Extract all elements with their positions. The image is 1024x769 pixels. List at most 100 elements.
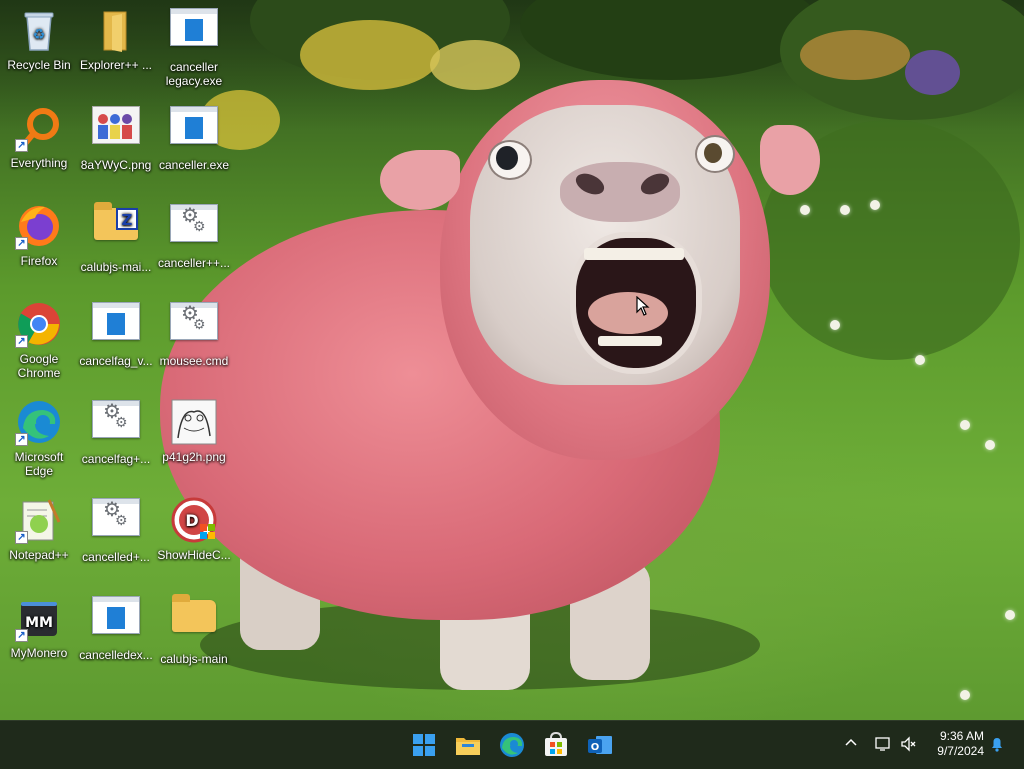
settings-file-icon: ⚙ ⚙ — [92, 498, 140, 546]
desktop-icon-label: Everything — [10, 156, 68, 170]
shortcut-arrow-icon: ↗ — [15, 335, 28, 348]
settings-file-icon: ⚙ ⚙ — [170, 302, 218, 350]
desktop-icon-label: ShowHideC... — [157, 548, 231, 562]
image-file-icon — [92, 106, 140, 154]
edge-icon — [500, 733, 524, 757]
bell-icon — [992, 738, 1002, 752]
taskbar-file-explorer[interactable] — [452, 729, 484, 761]
taskbar-edge[interactable] — [496, 729, 528, 761]
svg-text:♻: ♻ — [33, 27, 46, 43]
executable-icon — [170, 8, 218, 56]
desktop-icon-label: cancelledex... — [79, 648, 153, 662]
mymonero-icon: MM ↗ — [15, 594, 63, 642]
desktop-icon-recycle-bin[interactable]: ♻ Recycle Bin — [1, 2, 77, 92]
desktop-icon-google-chrome[interactable]: ↗ Google Chrome — [1, 296, 77, 386]
desktop-icon-label: calubjs-mai... — [80, 260, 152, 274]
desktop-icon-label: p41g2h.png — [162, 450, 226, 464]
desktop-icon-microsoft-edge[interactable]: ↗ Microsoft Edge — [1, 394, 77, 484]
microsoft-store-icon — [545, 731, 567, 756]
desktop-icon-label: mousee.cmd — [159, 354, 229, 368]
desktop-icon-canceller-plus-plus[interactable]: ⚙ ⚙ canceller++... — [156, 198, 232, 288]
gear-icon: ⚙ — [193, 218, 206, 234]
clock-time: 9:36 AM — [939, 729, 984, 743]
image-file-icon — [170, 398, 218, 446]
taskbar: O 9:36 AM 9/7/2024 — [0, 720, 1024, 769]
desktop-icon-label: Recycle Bin — [7, 58, 71, 72]
network-status-button[interactable] — [874, 735, 892, 756]
gear-icon: ⚙ — [115, 512, 128, 528]
sheep-ear — [380, 150, 460, 210]
executable-icon — [170, 106, 218, 154]
desktop-icon-label: canceller++... — [157, 256, 231, 270]
gear-icon: ⚙ — [193, 316, 206, 332]
show-hidden-icons-button[interactable] — [843, 735, 859, 754]
showhide-app-icon: D — [170, 496, 218, 544]
recycle-bin-icon: ♻ — [15, 6, 63, 54]
svg-text:MM: MM — [25, 615, 53, 631]
network-disconnected-icon — [875, 737, 890, 751]
file-explorer-icon — [456, 738, 480, 755]
desktop-icon-cancelfag-plus[interactable]: ⚙ ⚙ cancelfag+... — [78, 394, 154, 484]
desktop-icon-cancelled-plus[interactable]: ⚙ ⚙ cancelled+... — [78, 492, 154, 582]
svg-text:D: D — [185, 511, 198, 530]
desktop-icon-label: canceller legacy.exe — [165, 60, 223, 88]
shortcut-arrow-icon: ↗ — [15, 139, 28, 152]
desktop-icon-8aywyc-png[interactable]: 8aYWyC.png — [78, 100, 154, 190]
start-button[interactable] — [408, 729, 440, 761]
desktop-icon-label: Microsoft Edge — [14, 450, 64, 478]
desktop-icon-label: cancelfag+... — [81, 452, 151, 466]
desktop-icon-mousee-cmd[interactable]: ⚙ ⚙ mousee.cmd — [156, 296, 232, 386]
desktop-icon-explorer-plus-plus[interactable]: Explorer++ ... — [78, 2, 154, 92]
notification-center-button[interactable] — [988, 735, 1006, 756]
outlook-icon: O — [588, 736, 612, 754]
desktop-icon-p41g2h-png[interactable]: p41g2h.png — [156, 394, 232, 484]
shortcut-arrow-icon: ↗ — [15, 531, 28, 544]
chrome-icon: ↗ — [15, 300, 63, 348]
desktop-icon-cancelfag-v[interactable]: cancelfag_v... — [78, 296, 154, 386]
desktop-icon-calubjs-main-folder[interactable]: calubjs-main — [156, 590, 232, 680]
folder-icon — [170, 594, 218, 648]
desktop-icon-notepad-plus-plus[interactable]: ↗ Notepad++ — [1, 492, 77, 582]
mouse-cursor — [636, 296, 650, 316]
taskbar-microsoft-store[interactable] — [540, 729, 572, 761]
settings-file-icon: ⚙ ⚙ — [170, 204, 218, 252]
zip-folder-icon: Z — [92, 202, 140, 256]
sheep-ear — [760, 125, 820, 195]
edge-icon: ↗ — [15, 398, 63, 446]
desktop-icon-canceller-exe[interactable]: canceller.exe — [156, 100, 232, 190]
desktop-icon-firefox[interactable]: ↗ Firefox — [1, 198, 77, 288]
desktop-icon-everything[interactable]: ↗ Everything — [1, 100, 77, 190]
desktop-icon-canceller-legacy-exe[interactable]: canceller legacy.exe — [156, 2, 232, 92]
desktop-icon-label: cancelled+... — [82, 550, 150, 564]
sheep-teeth — [584, 248, 684, 260]
desktop-icon-label: Google Chrome — [17, 352, 61, 380]
desktop-icon-label: Notepad++ — [9, 548, 69, 562]
executable-icon — [92, 302, 140, 350]
desktop-icon-mymonero[interactable]: MM ↗ MyMonero — [1, 590, 77, 680]
desktop-icon-label: 8aYWyC.png — [80, 158, 152, 172]
desktop-icon-label: Firefox — [20, 254, 58, 268]
svg-text:Z: Z — [122, 211, 133, 229]
sheep-teeth — [598, 336, 662, 346]
settings-file-icon: ⚙ ⚙ — [92, 400, 140, 448]
desktop-icon-label: calubjs-main — [160, 652, 228, 666]
sheep-nose — [560, 162, 680, 222]
volume-muted-icon — [901, 736, 916, 752]
firefox-icon: ↗ — [15, 202, 63, 250]
clock[interactable]: 9:36 AM 9/7/2024 — [924, 729, 984, 759]
volume-button[interactable] — [900, 735, 918, 756]
notepad-plus-plus-icon: ↗ — [15, 496, 63, 544]
sheep-pupil — [704, 143, 722, 163]
desktop-icon-label: Explorer++ ... — [79, 58, 153, 72]
desktop-icon-label: MyMonero — [10, 646, 68, 660]
desktop-icon-label: cancelfag_v... — [79, 354, 153, 368]
desktop-icon-cancelledex[interactable]: cancelledex... — [78, 590, 154, 680]
shortcut-arrow-icon: ↗ — [15, 237, 28, 250]
clock-date: 9/7/2024 — [937, 744, 984, 758]
taskbar-outlook[interactable]: O — [584, 729, 616, 761]
shortcut-arrow-icon: ↗ — [15, 629, 28, 642]
sheep-pupil — [496, 146, 518, 170]
desktop-icon-calubjs-main-zip[interactable]: Z calubjs-mai... — [78, 198, 154, 288]
everything-search-icon: ↗ — [15, 104, 63, 152]
desktop-icon-showhidec[interactable]: D ShowHideC... — [156, 492, 232, 582]
